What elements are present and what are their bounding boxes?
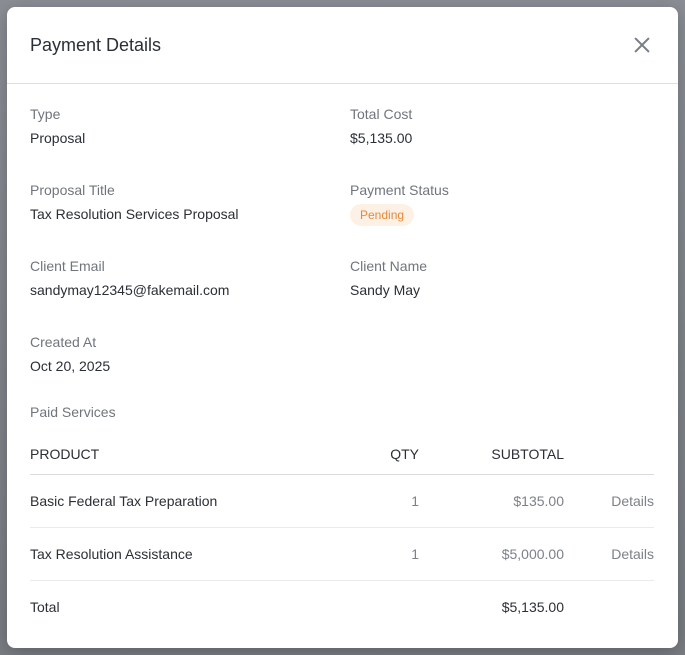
- created-at-value: Oct 20, 2025: [30, 358, 111, 374]
- client-email-label: Client Email: [30, 258, 105, 274]
- total-row: Total $5,135.00: [30, 581, 654, 634]
- total-label: Total: [30, 599, 60, 615]
- row-product: Tax Resolution Assistance: [30, 527, 360, 581]
- services-table: PRODUCT QTY SUBTOTAL Basic Federal Tax P…: [30, 434, 654, 633]
- modal-body: Type Proposal Total Cost $5,135.00 Propo…: [7, 84, 678, 633]
- field-proposal-title: Proposal Title Tax Resolution Services P…: [30, 182, 350, 258]
- client-name-label: Client Name: [350, 258, 428, 274]
- proposal-title-label: Proposal Title: [30, 182, 115, 198]
- modal-title: Payment Details: [30, 34, 162, 55]
- row-product: Basic Federal Tax Preparation: [30, 474, 360, 528]
- total-value: $5,135.00: [501, 599, 564, 615]
- field-payment-status: Payment Status Pending: [350, 182, 655, 258]
- field-client-name: Client Name Sandy May: [350, 258, 655, 334]
- created-at-label: Created At: [30, 334, 97, 350]
- field-total-cost: Total Cost $5,135.00: [350, 106, 655, 182]
- field-created-at: Created At Oct 20, 2025: [30, 334, 350, 410]
- total-cost-label: Total Cost: [350, 106, 413, 122]
- payment-details-modal: Payment Details Type Proposal Total Cost…: [7, 7, 678, 648]
- table-row: Tax Resolution Assistance 1 $5,000.00 De…: [30, 527, 654, 581]
- row-qty: 1: [360, 474, 419, 528]
- proposal-title-value: Tax Resolution Services Proposal: [30, 206, 239, 222]
- field-type: Type Proposal: [30, 106, 350, 182]
- header-qty: QTY: [360, 434, 419, 475]
- details-grid: Type Proposal Total Cost $5,135.00 Propo…: [30, 84, 655, 410]
- row-qty: 1: [360, 527, 419, 581]
- row-subtotal: $135.00: [419, 474, 564, 528]
- header-product: PRODUCT: [30, 434, 360, 475]
- details-link[interactable]: Details: [611, 493, 654, 509]
- details-link[interactable]: Details: [611, 546, 654, 562]
- modal-header: Payment Details: [7, 7, 678, 84]
- header-action: [564, 434, 654, 475]
- row-subtotal: $5,000.00: [419, 527, 564, 581]
- client-name-value: Sandy May: [350, 282, 421, 298]
- payment-status-label: Payment Status: [350, 182, 449, 198]
- table-row: Basic Federal Tax Preparation 1 $135.00 …: [30, 474, 654, 528]
- field-client-email: Client Email sandymay12345@fakemail.com: [30, 258, 350, 334]
- total-cost-value: $5,135.00: [350, 130, 413, 146]
- close-icon[interactable]: [630, 33, 654, 57]
- table-header-row: PRODUCT QTY SUBTOTAL: [30, 434, 654, 475]
- status-badge: Pending: [350, 204, 415, 226]
- type-value: Proposal: [30, 130, 86, 146]
- client-email-value: sandymay12345@fakemail.com: [30, 282, 230, 298]
- type-label: Type: [30, 106, 61, 122]
- header-subtotal: SUBTOTAL: [419, 434, 564, 475]
